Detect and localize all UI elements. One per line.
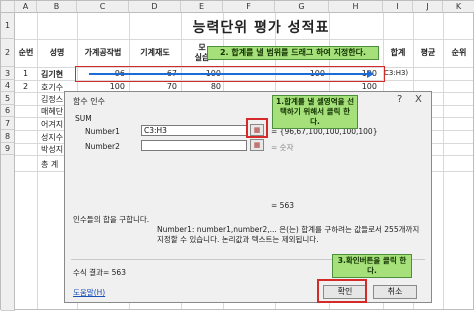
header-name[interactable]: 성명	[37, 39, 77, 67]
number2-range-picker-icon[interactable]: ▦	[250, 139, 264, 151]
header-rank[interactable]: 순위	[443, 39, 474, 67]
col-header-c[interactable]: C	[77, 1, 129, 13]
row-header-4[interactable]: 4	[1, 80, 15, 92]
row-header-3[interactable]: 3	[1, 67, 15, 80]
number2-label: Number2	[85, 142, 120, 151]
cell-i3[interactable]: C3:H3)	[384, 69, 408, 77]
header-total[interactable]: 합계	[383, 39, 413, 67]
close-icon[interactable]: X	[415, 94, 422, 105]
header-d[interactable]: 기계재도	[129, 39, 181, 67]
row-header-8[interactable]: 8	[1, 130, 15, 143]
row-header-blank	[1, 155, 15, 311]
cancel-button[interactable]: 취소	[373, 285, 417, 299]
header-c[interactable]: 가계공작법	[77, 39, 129, 67]
col-header-e[interactable]: E	[181, 1, 223, 13]
row-header-2[interactable]: 2	[1, 39, 15, 67]
callout-step2: 2. 합계를 낼 범위를 드래그 하여 지정한다.	[207, 46, 379, 60]
cell-c4[interactable]: 100	[81, 82, 125, 91]
function-name: SUM	[75, 114, 92, 123]
help-icon[interactable]: ?	[397, 94, 402, 105]
total-label[interactable]: 총 계	[41, 159, 58, 170]
col-header-b[interactable]: B	[37, 1, 77, 13]
header-seq[interactable]: 순번	[15, 39, 37, 67]
col-header-g[interactable]: G	[275, 1, 329, 13]
argument-description: Number1: number1,number2,... 은(는) 합계를 구하…	[157, 225, 420, 244]
number1-input[interactable]: C3:H3	[141, 125, 247, 136]
col-header-i[interactable]: I	[383, 1, 413, 13]
callout-step3: 3.확인버튼을 클릭 한다.	[332, 254, 412, 278]
cell-b9[interactable]: 박성지	[41, 144, 63, 155]
col-header-k[interactable]: K	[443, 1, 474, 13]
range-picker-highlight	[246, 118, 268, 138]
row-header-6[interactable]: 6	[1, 105, 15, 117]
col-header-d[interactable]: D	[129, 1, 181, 13]
col-header-f[interactable]: F	[223, 1, 275, 13]
number1-label: Number1	[85, 127, 120, 136]
drag-arrow	[89, 73, 371, 75]
number2-result: = 숫자	[271, 143, 294, 152]
help-link[interactable]: 도움말(H)	[73, 287, 105, 298]
dialog-title: 함수 인수	[73, 97, 105, 106]
cell-b6[interactable]: 매혜단	[41, 106, 63, 117]
cell-b3[interactable]: 김기현	[41, 69, 63, 80]
col-header-a[interactable]: A	[15, 1, 37, 13]
cell-a3[interactable]: 1	[23, 69, 28, 78]
corner-cell[interactable]	[1, 1, 15, 13]
row-header-1[interactable]: 1	[1, 13, 15, 39]
col-header-h[interactable]: H	[329, 1, 383, 13]
function-preview: = 563	[271, 201, 294, 210]
number2-input[interactable]	[141, 140, 247, 151]
formula-result: 수식 결과= 563	[73, 268, 126, 277]
cell-h4[interactable]: 100	[333, 82, 377, 91]
cell-b4[interactable]: 호기수	[41, 82, 63, 93]
sheet-title: 능력단위 평가 성적표	[192, 20, 330, 36]
cell-d4[interactable]: 70	[133, 82, 177, 91]
callout-step1: 1.합계를 낼 셀영역을 선택하기 위해서 클릭 한다.	[272, 95, 358, 129]
row-header-7[interactable]: 7	[1, 117, 15, 130]
cell-e4[interactable]: 80	[177, 82, 221, 91]
cell-a4[interactable]: 2	[23, 82, 28, 91]
function-description: 인수들의 합을 구합니다.	[73, 215, 150, 224]
cell-b7[interactable]: 어겨지	[41, 119, 63, 130]
cell-b8[interactable]: 성지수	[41, 132, 63, 143]
row-header-5[interactable]: 5	[1, 92, 15, 105]
row-header-9[interactable]: 9	[1, 143, 15, 155]
cell-b5[interactable]: 김정스	[41, 94, 63, 105]
col-header-j[interactable]: J	[413, 1, 443, 13]
drag-arrow-head	[367, 70, 374, 78]
ok-button-highlight	[317, 279, 367, 303]
header-avg[interactable]: 평균	[413, 39, 443, 67]
